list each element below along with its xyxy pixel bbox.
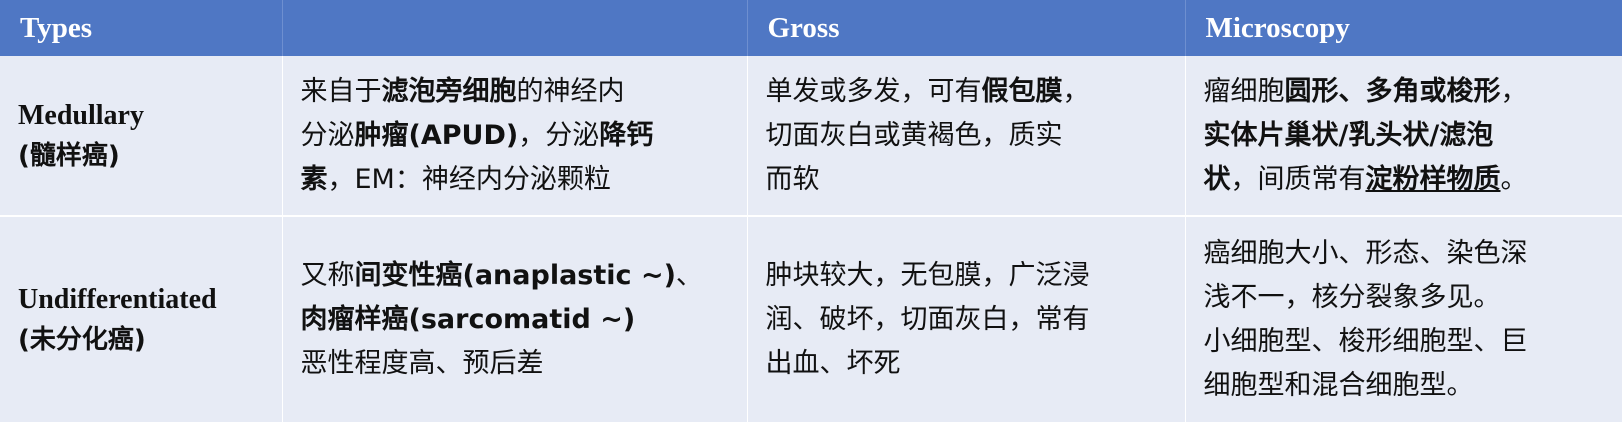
text-run: 来自于: [300, 75, 382, 107]
microscopy-cell: 癌细胞大小、形态、染色深 浅不一，核分裂象多见。 小细胞型、梭形细胞型、巨 细胞…: [1185, 215, 1622, 422]
microscopy-cell: 瘤细胞圆形、多角或梭形， 实体片巢状/乳头状/滤泡 状，间质常有淀粉样物质。: [1185, 56, 1622, 216]
description-line: 来自于滤泡旁细胞的神经内: [301, 70, 729, 114]
description-line: 又称间变性癌(anaplastic ~)、: [301, 254, 729, 298]
microscopy-line: 细胞型和混合细胞型。: [1203, 369, 1474, 401]
microscopy-line: 浅不一，核分裂象多见。: [1203, 281, 1501, 313]
table-row: Undifferentiated (未分化癌) 又称间变性癌(anaplasti…: [0, 215, 1622, 422]
description-line: 恶性程度高、预后差: [300, 347, 544, 379]
type-name-cn: (髓样癌): [18, 140, 120, 171]
description-cell: 又称间变性癌(anaplastic ~)、 肉瘤样癌(sarcomatid ~)…: [282, 215, 748, 422]
text-run: 的神经内: [516, 75, 625, 107]
text-run: ，: [1062, 75, 1090, 107]
gross-line: 润、破坏，切面灰白，常有: [765, 303, 1090, 335]
text-run: 又称: [300, 259, 355, 291]
bold-text: 间变性癌(anaplastic ~): [354, 259, 676, 291]
description-cell: 来自于滤泡旁细胞的神经内 分泌肿瘤(APUD)，分泌降钙 素，EM：神经内分泌颗…: [282, 56, 748, 216]
description-line: 肉瘤样癌(sarcomatid ~): [300, 303, 636, 335]
text-run: ，: [1500, 75, 1528, 107]
header-gross: Gross: [747, 0, 1186, 56]
underlined-text: 淀粉样物质: [1365, 163, 1501, 195]
type-cell: Medullary (髓样癌): [0, 56, 283, 216]
bold-text: 假包膜: [981, 75, 1063, 107]
table-row: Medullary (髓样癌) 来自于滤泡旁细胞的神经内 分泌肿瘤(APUD)，…: [0, 56, 1622, 216]
gross-line: 而软: [765, 163, 820, 195]
text-run: 、: [675, 259, 703, 291]
bold-text: 肿瘤(APUD): [354, 119, 519, 151]
gross-cell: 肿块较大，无包膜，广泛浸 润、破坏，切面灰白，常有 出血、坏死: [747, 215, 1186, 422]
microscopy-line: 小细胞型、梭形细胞型、巨: [1203, 325, 1528, 357]
type-name-en: Medullary: [18, 99, 144, 131]
microscopy-line: 癌细胞大小、形态、染色深: [1203, 237, 1528, 269]
type-cell: Undifferentiated (未分化癌): [0, 215, 283, 422]
bold-text: 状: [1203, 163, 1231, 195]
text-run: ，分泌: [518, 119, 600, 151]
text-run: 分泌: [300, 119, 355, 151]
header-types: Types: [0, 0, 283, 56]
bold-text: 圆形、多角或梭形: [1284, 75, 1501, 107]
text-run: 。: [1500, 163, 1528, 195]
gross-cell: 单发或多发，可有假包膜， 切面灰白或黄褐色，质实 而软: [747, 56, 1186, 216]
gross-line: 出血、坏死: [765, 347, 901, 379]
gross-line: 切面灰白或黄褐色，质实: [765, 119, 1063, 151]
microscopy-line: 实体片巢状/乳头状/滤泡: [1203, 119, 1494, 151]
text-run: 瘤细胞: [1203, 75, 1285, 107]
type-name-en: Undifferentiated: [18, 283, 217, 315]
thyroid-carcinoma-table: Types Gross Microscopy Medullary (髓样癌) 来…: [0, 0, 1622, 422]
description-line: 素，EM：神经内分泌颗粒: [301, 158, 729, 202]
table-header-row: Types Gross Microscopy: [0, 0, 1622, 56]
header-description: [282, 0, 748, 56]
microscopy-line: 瘤细胞圆形、多角或梭形，: [1204, 70, 1605, 114]
header-microscopy: Microscopy: [1205, 11, 1350, 44]
text-run: ，EM：神经内分泌颗粒: [327, 163, 611, 195]
microscopy-line: 状，间质常有淀粉样物质。: [1204, 158, 1605, 202]
gross-line: 肿块较大，无包膜，广泛浸: [765, 259, 1090, 291]
type-name-cn: (未分化癌): [18, 324, 146, 355]
description-line: 分泌肿瘤(APUD)，分泌降钙: [301, 114, 729, 158]
bold-text: 降钙: [599, 119, 654, 151]
gross-line: 单发或多发，可有假包膜，: [766, 70, 1167, 114]
text-run: ，间质常有: [1230, 163, 1366, 195]
bold-text: 素: [300, 163, 328, 195]
bold-text: 滤泡旁细胞: [381, 75, 517, 107]
text-run: 单发或多发，可有: [765, 75, 982, 107]
